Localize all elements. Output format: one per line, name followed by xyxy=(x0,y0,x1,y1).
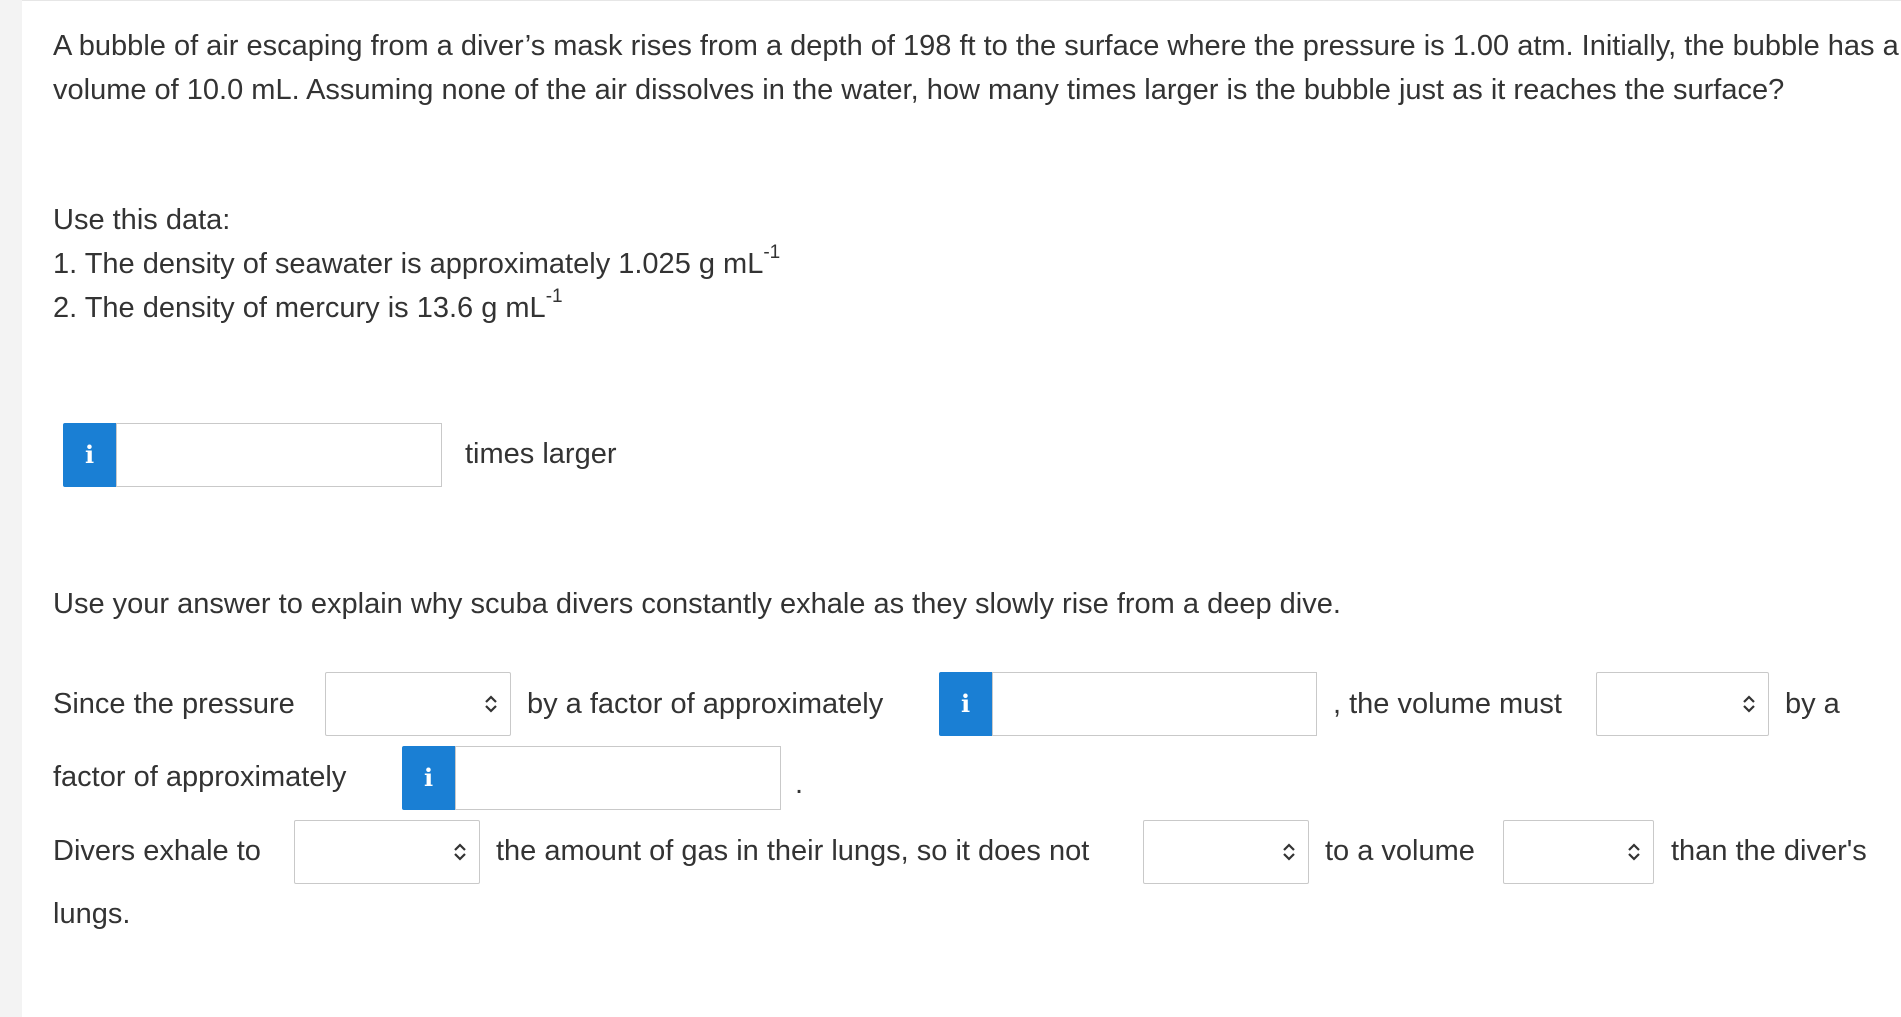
pressure-factor-input[interactable] xyxy=(992,672,1317,736)
answer-times-larger-input[interactable] xyxy=(116,423,442,487)
question-prompt: A bubble of air escaping from a diver’s … xyxy=(53,30,1899,106)
info-icon[interactable]: i xyxy=(402,746,455,810)
question-content: A bubble of air escaping from a diver’s … xyxy=(0,0,1901,1017)
explain-prompt: Use your answer to explain why scuba div… xyxy=(53,588,1341,620)
updown-chevron-icon xyxy=(1743,695,1755,713)
unit-label-times-larger: times larger xyxy=(465,438,617,470)
updown-chevron-icon xyxy=(1628,843,1640,861)
data-item-text: 2. The density of mercury is 13.6 g mL xyxy=(53,292,546,324)
sentence1-part3: , the volume must xyxy=(1333,688,1562,720)
info-icon[interactable]: i xyxy=(63,423,116,487)
volume-factor-input[interactable] xyxy=(455,746,781,810)
sentence2-part4: than the diver's xyxy=(1671,835,1867,867)
volume-change-select[interactable] xyxy=(1596,672,1769,736)
exhale-amount-select[interactable] xyxy=(294,820,480,884)
updown-chevron-icon xyxy=(485,695,497,713)
updown-chevron-icon xyxy=(1283,843,1295,861)
data-item-exponent: -1 xyxy=(545,286,563,308)
sentence1-period: . xyxy=(795,768,804,800)
data-item-text: 1. The density of seawater is approximat… xyxy=(53,248,764,280)
data-item-mercury: 2. The density of mercury is 13.6 g mL-1 xyxy=(53,286,563,330)
sentence1-part4: by a xyxy=(1785,688,1840,720)
sentence2-part5: lungs. xyxy=(53,898,131,930)
sentence2-part2: the amount of gas in their lungs, so it … xyxy=(496,835,1090,867)
info-icon[interactable]: i xyxy=(939,672,992,736)
updown-chevron-icon xyxy=(454,843,466,861)
data-heading: Use this data: xyxy=(53,204,231,236)
sentence1-part2: by a factor of approximately xyxy=(527,688,884,720)
sentence2-part1: Divers exhale to xyxy=(53,835,261,867)
sentence1-part1: Since the pressure xyxy=(53,688,295,720)
pressure-change-select[interactable] xyxy=(325,672,511,736)
sentence1-part5: factor of approximately xyxy=(53,761,347,793)
data-item-exponent: -1 xyxy=(763,242,781,264)
sentence2-part3: to a volume xyxy=(1325,835,1475,867)
gas-behavior-select[interactable] xyxy=(1143,820,1309,884)
data-item-seawater: 1. The density of seawater is approximat… xyxy=(53,242,780,286)
volume-comparison-select[interactable] xyxy=(1503,820,1654,884)
